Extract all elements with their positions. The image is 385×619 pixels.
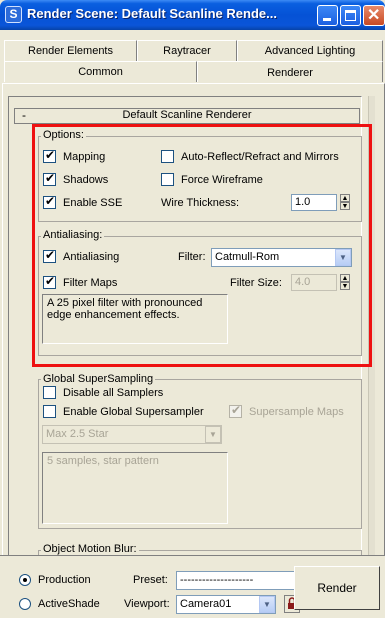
- maximize-button[interactable]: [340, 5, 361, 26]
- minimize-button[interactable]: [317, 5, 338, 26]
- tab-raytracer[interactable]: Raytracer: [137, 40, 237, 61]
- viewport-label: Viewport:: [124, 598, 170, 610]
- supersampling-legend: Global SuperSampling: [41, 373, 156, 385]
- sampler-description: 5 samples, star pattern: [42, 452, 228, 524]
- activeshade-radio[interactable]: [19, 598, 31, 610]
- activeshade-label: ActiveShade: [38, 598, 100, 610]
- render-button[interactable]: Render: [294, 566, 380, 610]
- rollout-title: Default Scanline Renderer: [122, 109, 252, 121]
- highlight-rectangle: [32, 124, 372, 367]
- tab-renderer[interactable]: Renderer: [197, 61, 383, 82]
- chevron-down-icon[interactable]: ▼: [205, 426, 221, 443]
- disable-samplers-checkbox[interactable]: [43, 386, 56, 399]
- production-radio[interactable]: [19, 574, 31, 586]
- close-icon: ✕: [367, 7, 381, 24]
- tab-render-elements[interactable]: Render Elements: [4, 40, 137, 61]
- production-label: Production: [38, 574, 91, 586]
- preset-label: Preset:: [133, 574, 168, 586]
- enable-global-supersampler-label: Enable Global Supersampler: [63, 406, 204, 418]
- close-button[interactable]: ✕: [363, 5, 385, 26]
- rollout-collapse-toggle[interactable]: -: [22, 108, 26, 122]
- tab-common[interactable]: Common: [4, 61, 197, 82]
- supersample-maps-checkbox[interactable]: [229, 403, 242, 418]
- sampler-dropdown[interactable]: Max 2.5 Star: [42, 425, 222, 444]
- tab-advanced-lighting[interactable]: Advanced Lighting: [237, 40, 383, 61]
- disable-samplers-label: Disable all Samplers: [63, 387, 164, 399]
- chevron-down-icon[interactable]: ▼: [259, 596, 275, 613]
- supersample-maps-label: Supersample Maps: [249, 406, 344, 418]
- app-icon[interactable]: S: [5, 6, 22, 23]
- window-title: Render Scene: Default Scanline Rende...: [27, 6, 277, 21]
- enable-global-supersampler-checkbox[interactable]: [43, 405, 56, 418]
- motion-blur-legend: Object Motion Blur:: [41, 543, 139, 555]
